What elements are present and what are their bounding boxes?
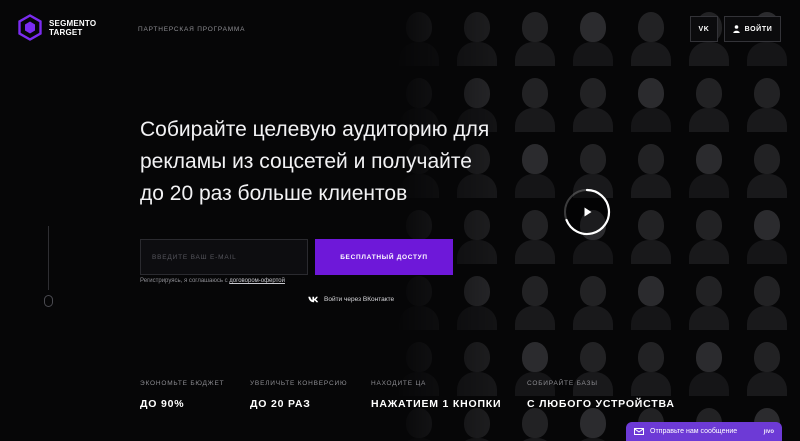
avatar-silhouette (506, 264, 564, 330)
avatar-silhouette (622, 198, 680, 264)
logo-line-1: SEGMENTO (49, 18, 97, 28)
avatar-silhouette (680, 264, 738, 330)
chat-label: Отправьте нам сообщение (650, 428, 738, 435)
avatar-silhouette (622, 66, 680, 132)
avatar-silhouette (738, 330, 796, 396)
user-icon (732, 25, 740, 33)
logo-line-2: TARGET (49, 27, 83, 37)
feature-item: НАХОДИТЕ ЦА НАЖАТИЕМ 1 КНОПКИ (371, 380, 501, 410)
logo-hexagon-icon (18, 14, 42, 41)
hero-title-line-3: до 20 раз больше клиентов (140, 182, 408, 205)
hero-title-line-2: рекламы из соцсетей и получайте (140, 150, 472, 173)
avatar-silhouette (448, 264, 506, 330)
avatar-silhouette (680, 66, 738, 132)
feature-item: ЭКОНОМЬТЕ БЮДЖЕТ ДО 90% (140, 380, 224, 410)
avatar-silhouette (622, 0, 680, 66)
feature-value: ДО 90% (140, 398, 185, 410)
avatar-silhouette (738, 66, 796, 132)
partner-program-link[interactable]: ПАРТНЕРСКАЯ ПРОГРАММА (138, 26, 245, 33)
email-field[interactable] (140, 239, 308, 275)
avatar-silhouette (738, 198, 796, 264)
hero-title: Собирайте целевую аудиторию для рекламы … (140, 114, 520, 210)
avatar-silhouette (680, 198, 738, 264)
feature-label: ЭКОНОМЬТЕ БЮДЖЕТ (140, 380, 225, 387)
feature-label: НАХОДИТЕ ЦА (371, 380, 427, 387)
avatar-silhouette (738, 132, 796, 198)
avatar-silhouette (680, 132, 738, 198)
avatar-silhouette (680, 330, 738, 396)
logo-text: SEGMENTO TARGET (49, 19, 96, 37)
scroll-indicator-line (48, 226, 49, 290)
logo[interactable]: SEGMENTO TARGET (18, 14, 96, 41)
avatar-silhouette (564, 0, 622, 66)
offer-contract-link[interactable]: договором-офертой (229, 278, 285, 284)
vk-header-button[interactable]: VK (690, 16, 718, 42)
avatar-silhouette (564, 264, 622, 330)
chat-widget[interactable]: Отправьте нам сообщение jivo (626, 422, 782, 441)
avatar-silhouette (622, 264, 680, 330)
vk-icon: VK (698, 25, 710, 33)
free-access-button[interactable]: БЕСПЛАТНЫЙ ДОСТУП (315, 239, 453, 275)
chat-brand-logo: jivo (763, 428, 774, 435)
avatar-silhouette (448, 0, 506, 66)
avatar-silhouette (506, 0, 564, 66)
mouse-scroll-icon[interactable] (44, 295, 53, 307)
terms-text: Регистрируясь, я соглашаюсь с (140, 278, 230, 284)
vk-login-link[interactable]: Войти через ВКонтакте (308, 296, 394, 303)
mail-icon (634, 428, 644, 435)
feature-item: СОБИРАЙТЕ БАЗЫ С ЛЮБОГО УСТРОЙСТВА (527, 380, 675, 410)
play-video-button[interactable] (563, 188, 611, 236)
avatar-silhouette (622, 132, 680, 198)
feature-value: С ЛЮБОГО УСТРОЙСТВА (527, 398, 675, 410)
feature-value: НАЖАТИЕМ 1 КНОПКИ (371, 398, 502, 410)
hero-title-line-1: Собирайте целевую аудиторию для (140, 118, 490, 141)
login-label: ВОЙТИ (744, 25, 773, 33)
feature-item: УВЕЛИЧЬТЕ КОНВЕРСИЮ ДО 20 РАЗ (250, 380, 347, 410)
avatar-silhouette (564, 66, 622, 132)
vk-login-label: Войти через ВКонтакте (324, 296, 395, 303)
feature-value: ДО 20 РАЗ (250, 398, 311, 410)
feature-label: СОБИРАЙТЕ БАЗЫ (527, 380, 598, 387)
vk-icon (308, 296, 319, 303)
login-button[interactable]: ВОЙТИ (724, 16, 781, 42)
avatar-silhouette (390, 0, 448, 66)
avatar-silhouette (738, 264, 796, 330)
feature-label: УВЕЛИЧЬТЕ КОНВЕРСИЮ (250, 380, 348, 387)
terms-agreement: Регистрируясь, я соглашаюсь с договором-… (140, 278, 285, 284)
